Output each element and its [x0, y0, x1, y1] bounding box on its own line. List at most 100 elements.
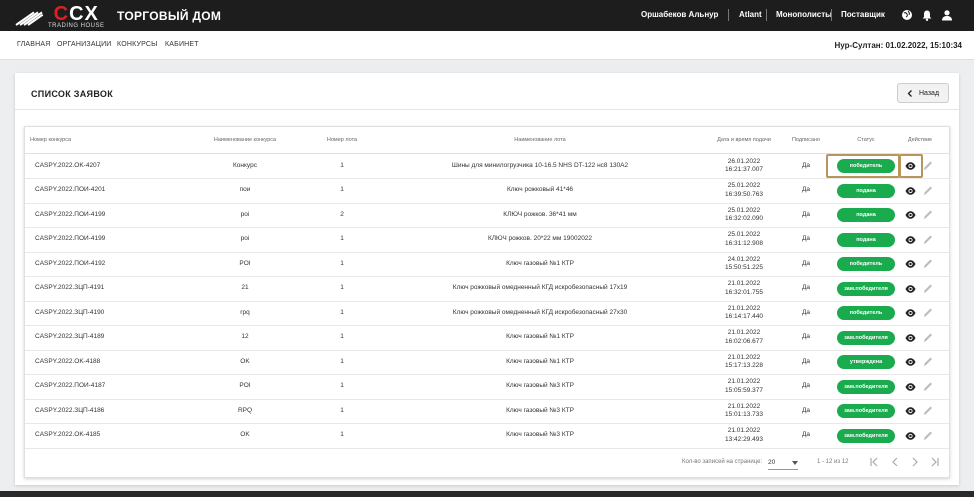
globe-icon[interactable] — [901, 9, 913, 21]
table-row[interactable]: CASPY.2022.ЗЦП-4191 21 1 Ключ рожковый омед… — [25, 277, 949, 302]
edit-pencil-icon[interactable] — [923, 381, 933, 392]
table-row[interactable]: CASPY.2022.ПОИ-4199 poi 1 КЛЮЧ рожков. 20*2… — [25, 228, 949, 253]
brand-title: ТОРГОВЫЙ ДОМ — [117, 9, 222, 23]
logo[interactable]: CCX TRADING HOUSE — [14, 3, 105, 29]
cell-signed: Да — [801, 308, 811, 316]
table-row[interactable]: CASPY.2022.OK-4188 OK 1 Ключ газовый №1 КТР… — [25, 350, 949, 375]
cell-lot-number: 1 — [340, 186, 344, 194]
bell-icon[interactable] — [921, 9, 933, 21]
table-row[interactable]: CASPY.2022.ПОИ-4199 poi 2 КЛЮЧ рожков. 36*4… — [25, 203, 949, 228]
user-icon[interactable] — [941, 9, 953, 21]
action-highlight-box — [899, 154, 923, 178]
edit-pencil-icon[interactable] — [923, 258, 933, 269]
cell-submission-datetime: 21.01.2022 16:32:01.755 — [715, 277, 773, 301]
table-row[interactable]: CASPY.2022.OK-4207 Конкурс 1 Шины для минил… — [25, 154, 949, 179]
edit-pencil-icon[interactable] — [923, 356, 933, 367]
table-row[interactable]: CASPY.2022.ПОИ-4187 POI 1 Ключ газовый №3 К… — [25, 375, 949, 400]
view-eye-icon[interactable] — [905, 431, 916, 441]
edit-pencil-icon[interactable] — [923, 405, 933, 416]
cell-tender-number: CASPY.2022.ЗЦП-4189 — [35, 333, 105, 341]
column-header-signed[interactable]: Подписано — [782, 127, 830, 153]
cell-tender-number: CASPY.2022.ЗЦП-4191 — [35, 284, 105, 292]
cell-date: 25.01.2022 — [727, 206, 761, 214]
view-eye-icon[interactable] — [905, 382, 916, 392]
column-header-lot-name[interactable]: Наименование лота — [440, 127, 640, 153]
status-badge: зам.победителя — [837, 330, 895, 345]
table-row[interactable]: CASPY.2022.ЗЦП-4190 rpq 1 Ключ рожковый оме… — [25, 301, 949, 326]
nav-item-tenders[interactable]: КОНКУРСЫ — [117, 41, 158, 48]
last-page-icon[interactable] — [929, 456, 941, 468]
cell-signed: Да — [801, 333, 811, 341]
column-header-tender-number[interactable]: Номер конкурса — [30, 127, 71, 153]
applications-table: Номер конкурса Наименование конкурса Ном… — [24, 126, 950, 478]
header-link-supplier[interactable]: Поставщик — [841, 10, 885, 19]
cell-lot-name: Ключ газовый №3 КТР — [506, 406, 574, 414]
per-page-select[interactable]: 20 — [768, 456, 798, 470]
column-header-tender-name[interactable]: Наименование конкурса — [195, 127, 295, 153]
view-eye-icon[interactable] — [905, 333, 916, 343]
view-eye-icon[interactable] — [905, 259, 916, 269]
cell-lot-name: Ключ газовый №3 КТР — [506, 382, 574, 390]
status-badge: зам.победителя — [837, 379, 895, 394]
nav-item-home[interactable]: ГЛАВНАЯ — [17, 41, 51, 48]
cell-time: 15:17:13.228 — [725, 362, 763, 369]
cell-lot-name: Ключ рожковый омедненный КГД искробезопа… — [452, 284, 628, 292]
view-eye-icon[interactable] — [905, 308, 916, 318]
edit-pencil-icon[interactable] — [923, 185, 933, 196]
cell-date: 21.01.2022 — [727, 353, 761, 361]
cell-signed: Да — [801, 235, 811, 243]
cell-submission-datetime: 21.01.2022 15:01:13.733 — [715, 399, 773, 423]
table-row[interactable]: CASPY.2022.ЗЦП-4186 RPQ 1 Ключ газовый №3 К… — [25, 399, 949, 424]
cell-tender-number: CASPY.2022.ЗЦП-4190 — [35, 308, 105, 316]
cell-time: 16:32:01.755 — [725, 288, 763, 296]
cell-lot-number: 1 — [340, 382, 344, 390]
user-name[interactable]: Оршабеков Альнур — [641, 10, 718, 19]
table-row[interactable]: CASPY.2022.ПОИ-4192 POI 1 Ключ газовый №1 К… — [25, 252, 949, 277]
cell-lot-name: КЛЮЧ рожков. 36*41 мм — [503, 210, 577, 218]
cell-tender-name: OK — [240, 431, 250, 439]
column-header-lot-number[interactable]: Номер лота — [302, 127, 382, 153]
status-badge: победитель — [837, 306, 895, 320]
edit-pencil-icon[interactable] — [923, 332, 933, 343]
view-eye-icon[interactable] — [905, 186, 916, 196]
header-link-monopolists[interactable]: Монополисты — [776, 10, 832, 19]
status-badge: зам.победителя — [837, 281, 895, 296]
back-button-label: Назад — [918, 89, 940, 97]
cell-signed: Да — [801, 382, 811, 390]
back-button[interactable]: Назад — [897, 83, 949, 103]
column-header-status[interactable]: Статус — [840, 127, 892, 153]
cell-signed: Да — [801, 210, 811, 218]
cell-lot-number: 1 — [340, 406, 344, 414]
cell-date: 21.01.2022 — [727, 329, 761, 337]
column-header-submission-date[interactable]: Дата и время подачи — [715, 127, 773, 153]
view-eye-icon[interactable] — [905, 284, 916, 294]
cell-submission-datetime: 21.01.2022 15:05:59.377 — [715, 375, 773, 399]
header-link-atlant[interactable]: Atlant — [739, 10, 762, 19]
cell-time: 16:39:50.763 — [725, 190, 763, 198]
first-page-icon[interactable] — [868, 456, 880, 468]
prev-page-icon[interactable] — [889, 456, 901, 468]
nav-item-cabinet[interactable]: КАБИНЕТ — [165, 41, 199, 48]
view-eye-icon[interactable] — [905, 406, 916, 416]
cell-lot-name: Ключ рожковый омедненный КГД искробезопа… — [452, 308, 628, 316]
view-eye-icon[interactable] — [905, 235, 916, 245]
view-eye-icon[interactable] — [905, 210, 916, 220]
edit-pencil-icon[interactable] — [923, 307, 933, 318]
cell-signed: Да — [801, 284, 811, 292]
cell-time: 15:05:59.377 — [725, 386, 763, 394]
edit-pencil-icon[interactable] — [923, 234, 933, 245]
next-page-icon[interactable] — [909, 456, 921, 468]
cell-lot-name: Шины для минилогрузчика 10-16.5 NHS DT-1… — [451, 161, 629, 169]
edit-pencil-icon[interactable] — [923, 209, 933, 220]
cell-time: 16:32:02.090 — [725, 215, 763, 222]
nav-item-organizations[interactable]: ОРГАНИЗАЦИИ — [57, 41, 112, 48]
table-row[interactable]: CASPY.2022.ЗЦП-4189 12 1 Ключ газовый №1 КТ… — [25, 326, 949, 351]
table-row[interactable]: CASPY.2022.ПОИ-4201 пои 1 Ключ рожковый 41*… — [25, 179, 949, 204]
cell-lot-number: 1 — [340, 259, 344, 267]
view-eye-icon[interactable] — [905, 357, 916, 367]
edit-pencil-icon[interactable] — [923, 430, 933, 441]
current-datetime: Нур-Султан: 01.02.2022, 15:10:34 — [834, 41, 962, 50]
table-row[interactable]: CASPY.2022.OK-4185 OK 1 Ключ газовый №3 КТР… — [25, 424, 949, 449]
edit-pencil-icon[interactable] — [923, 160, 933, 171]
edit-pencil-icon[interactable] — [923, 283, 933, 294]
